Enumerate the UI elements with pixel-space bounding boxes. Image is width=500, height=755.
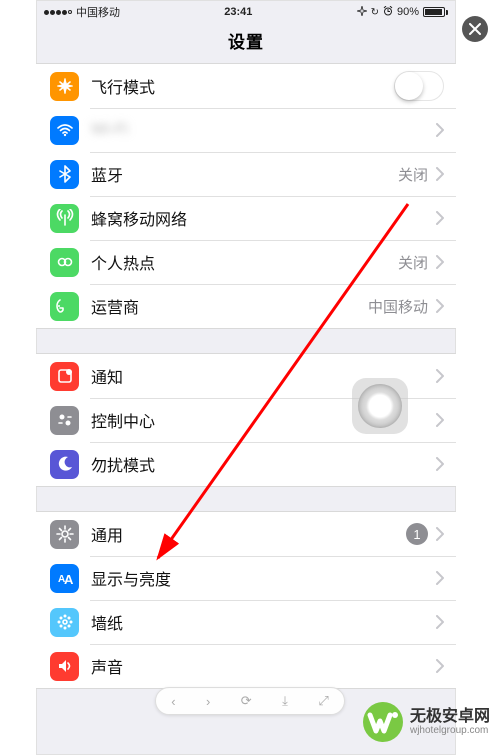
chevron-right-icon — [436, 299, 444, 313]
battery-pct: 90% — [397, 6, 419, 18]
toolbar-refresh-icon[interactable]: ⟳ — [241, 693, 252, 709]
bluetooth-icon — [50, 160, 79, 189]
toolbar-download-icon[interactable]: ⤓ — [282, 693, 288, 709]
chevron-right-icon — [436, 369, 444, 383]
carrier-label: 中国移动 — [76, 4, 120, 20]
row-label: Wi-Fi — [79, 121, 428, 139]
row-value: 关闭 — [398, 252, 428, 273]
airplane-icon — [50, 72, 79, 101]
toolbar-back-icon[interactable]: ‹ — [171, 694, 175, 709]
settings-row-display[interactable]: AA 显示与亮度 — [36, 556, 456, 600]
chevron-right-icon — [436, 457, 444, 471]
chevron-right-icon — [436, 211, 444, 225]
badge: 1 — [406, 523, 428, 545]
watermark-url: wjhotelgroup.com — [410, 725, 490, 736]
settings-row-carrier[interactable]: 运营商 中国移动 — [36, 284, 456, 328]
chevron-right-icon — [436, 571, 444, 585]
row-label: 勿扰模式 — [79, 452, 428, 476]
hotspot-icon — [50, 248, 79, 277]
chevron-right-icon — [436, 527, 444, 541]
settings-row-airplane[interactable]: 飞行模式 — [36, 64, 456, 108]
row-label: 显示与亮度 — [79, 566, 428, 590]
carrier-icon — [50, 292, 79, 321]
watermark: 无极安卓网 wjhotelgroup.com — [362, 701, 490, 743]
screenshot-stage: 中国移动 23:41 ↻ 90% 设置 飞行模式 Wi-Fi 蓝牙 关闭 蜂窝移… — [0, 0, 500, 755]
alarm-icon — [383, 6, 393, 19]
settings-group: 通用 1 AA 显示与亮度 墙纸 声音 — [36, 511, 456, 689]
moon-icon — [50, 450, 79, 479]
cellular-icon — [50, 204, 79, 233]
browser-toolbar: ‹ › ⟳ ⤓ ⤢ — [155, 687, 345, 715]
chevron-right-icon — [436, 255, 444, 269]
settings-row-wallpaper[interactable]: 墙纸 — [36, 600, 456, 644]
assistive-touch-button[interactable] — [352, 378, 408, 434]
row-label: 通用 — [79, 522, 406, 546]
page-title: 设置 — [36, 22, 456, 63]
status-time: 23:41 — [224, 6, 252, 18]
battery-icon — [423, 7, 448, 17]
row-label: 蜂窝移动网络 — [79, 206, 428, 230]
status-bar: 中国移动 23:41 ↻ 90% — [36, 0, 456, 22]
settings-row-wifi[interactable]: Wi-Fi — [36, 108, 456, 152]
settings-row-gear[interactable]: 通用 1 — [36, 512, 456, 556]
settings-row-bluetooth[interactable]: 蓝牙 关闭 — [36, 152, 456, 196]
chevron-right-icon — [436, 615, 444, 629]
notification-icon — [50, 362, 79, 391]
assistive-touch-icon — [358, 384, 402, 428]
toolbar-forward-icon[interactable]: › — [206, 694, 210, 709]
settings-row-hotspot[interactable]: 个人热点 关闭 — [36, 240, 456, 284]
row-label: 运营商 — [79, 294, 368, 318]
toggle-switch[interactable] — [394, 71, 444, 101]
settings-row-cellular[interactable]: 蜂窝移动网络 — [36, 196, 456, 240]
sound-icon — [50, 652, 79, 681]
settings-row-sound[interactable]: 声音 — [36, 644, 456, 688]
rotation-lock-icon: ↻ — [371, 7, 379, 18]
svg-text:A: A — [64, 572, 74, 587]
row-value: 关闭 — [398, 164, 428, 185]
settings-group: 飞行模式 Wi-Fi 蓝牙 关闭 蜂窝移动网络 个人热点 关闭 运营商 中国移动 — [36, 63, 456, 329]
signal-dots — [44, 10, 72, 15]
overlay-close-button[interactable] — [462, 16, 488, 42]
chevron-right-icon — [436, 659, 444, 673]
chevron-right-icon — [436, 123, 444, 137]
chevron-right-icon — [436, 167, 444, 181]
row-label: 墙纸 — [79, 610, 428, 634]
chevron-right-icon — [436, 413, 444, 427]
row-value: 中国移动 — [368, 296, 428, 317]
control-icon — [50, 406, 79, 435]
wifi-icon — [50, 116, 79, 145]
row-label: 声音 — [79, 654, 428, 678]
display-icon: AA — [50, 564, 79, 593]
phone-frame: 中国移动 23:41 ↻ 90% 设置 飞行模式 Wi-Fi 蓝牙 关闭 蜂窝移… — [36, 0, 456, 755]
row-label: 蓝牙 — [79, 162, 398, 186]
gear-icon — [50, 520, 79, 549]
row-label: 飞行模式 — [79, 74, 394, 98]
settings-row-moon[interactable]: 勿扰模式 — [36, 442, 456, 486]
location-icon — [357, 6, 367, 19]
watermark-logo-icon — [362, 701, 404, 743]
toolbar-expand-icon[interactable]: ⤢ — [318, 693, 328, 709]
wallpaper-icon — [50, 608, 79, 637]
row-label: 个人热点 — [79, 250, 398, 274]
watermark-title: 无极安卓网 — [410, 708, 490, 726]
